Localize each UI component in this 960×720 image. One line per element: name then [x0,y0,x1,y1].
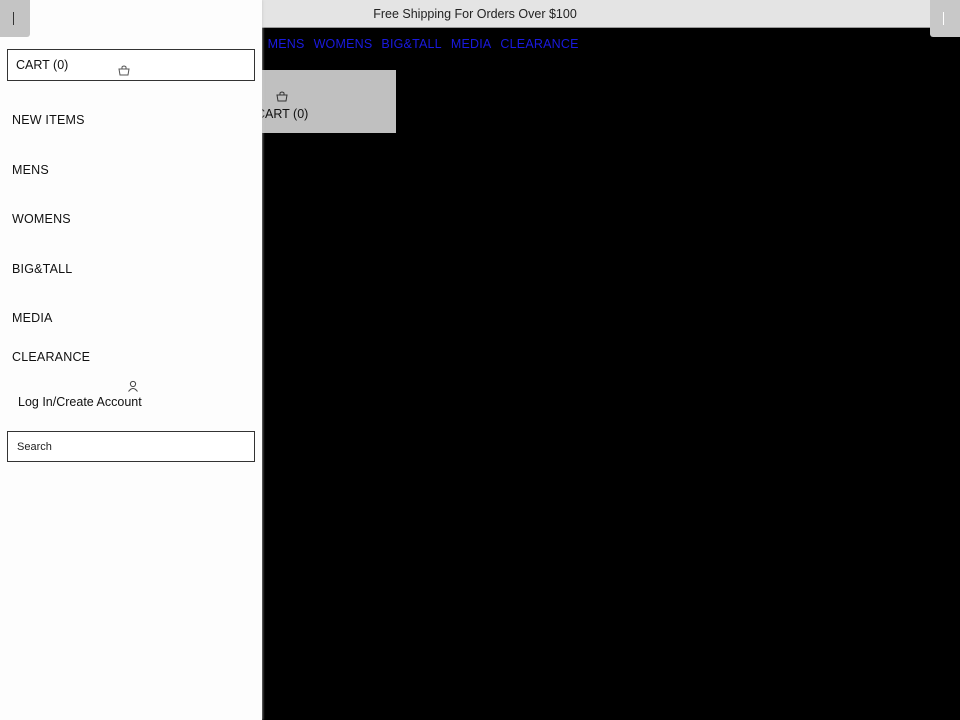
search-input[interactable] [8,432,254,461]
drawer-cart-label: CART (0) [16,58,69,72]
drawer-nav-mens[interactable]: MENS [12,163,49,177]
login-create-account-link[interactable]: Log In/Create Account [18,395,142,409]
main-nav-womens[interactable]: WOMENS [314,37,373,53]
menu-icon [943,12,944,25]
main-nav-big-tall[interactable]: BIG&TALL [381,37,441,53]
drawer-nav-big-tall[interactable]: BIG&TALL [12,262,72,276]
shopping-bag-icon [276,89,288,107]
header-cart-label: CART (0) [256,107,309,121]
menu-icon [13,12,14,25]
announcement-text: Free Shipping For Orders Over $100 [373,6,577,21]
drawer-nav-media[interactable]: MEDIA [12,311,53,325]
main-nav-media[interactable]: MEDIA [451,37,492,53]
search-field[interactable] [7,431,255,462]
drawer-nav-womens[interactable]: WOMENS [12,212,71,226]
right-menu-toggle[interactable] [930,0,960,37]
shopping-bag-icon [118,63,130,81]
drawer-cart-button[interactable]: CART (0) [7,49,255,81]
drawer-nav-clearance[interactable]: CLEARANCE [12,350,90,364]
nav-drawer: CART (0) NEW ITEMS MENS WOMENS BIG&TALL … [0,0,262,720]
main-nav-mens[interactable]: MENS [268,37,305,53]
main-nav-clearance[interactable]: CLEARANCE [500,37,578,53]
drawer-nav-new-items[interactable]: NEW ITEMS [12,113,85,127]
menu-toggle-button[interactable] [0,0,30,37]
